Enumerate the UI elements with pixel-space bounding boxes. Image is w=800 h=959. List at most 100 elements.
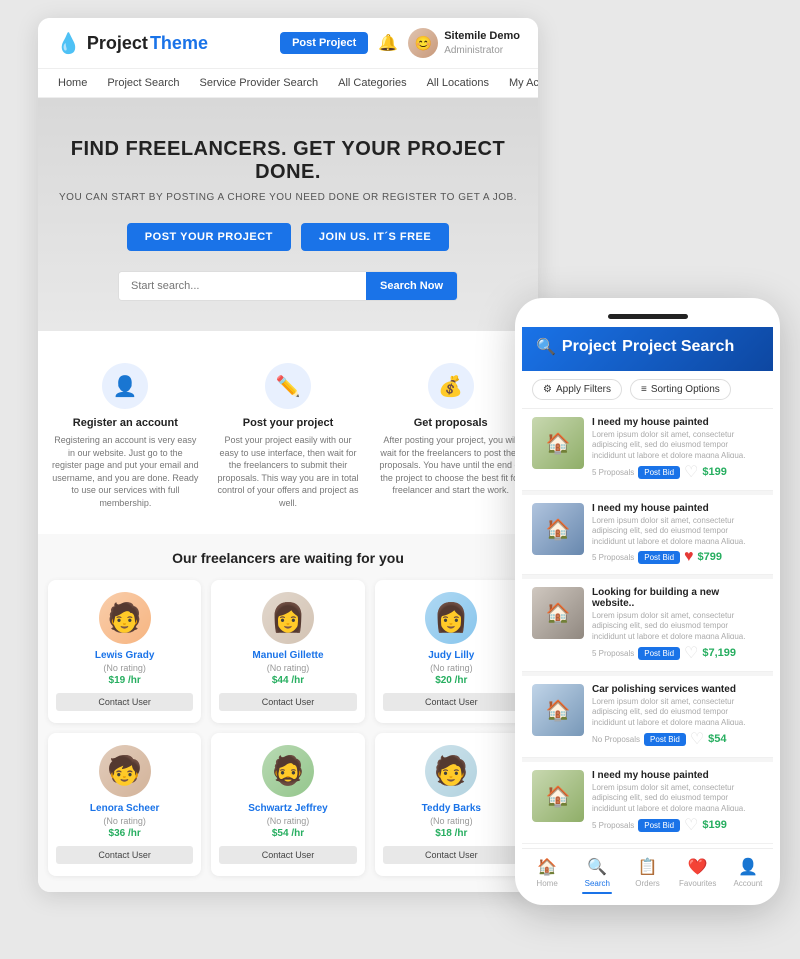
nav-link-home[interactable]: Home xyxy=(48,69,97,97)
logo-theme-text: Theme xyxy=(150,33,208,54)
nav-link-service-provider-search[interactable]: Service Provider Search xyxy=(190,69,329,97)
freelancer-avatar: 👩 xyxy=(425,592,477,644)
nav-link-all-categories[interactable]: All Categories xyxy=(328,69,416,97)
contact-user-button[interactable]: Contact User xyxy=(383,846,520,864)
nav-link-all-locations[interactable]: All Locations xyxy=(417,69,499,97)
bottom-nav-item-orders[interactable]: 📋 Orders xyxy=(622,857,672,894)
step-title: Get proposals xyxy=(377,417,524,429)
logo: 💧 Project Theme xyxy=(56,31,208,56)
mobile-title-search: Project Search xyxy=(622,338,734,356)
proposals-count: 5 Proposals xyxy=(592,553,634,562)
join-free-hero-button[interactable]: JOIN US. IT´S FREE xyxy=(301,223,449,251)
post-project-hero-button[interactable]: POST YOUR PROJECT xyxy=(127,223,291,251)
contact-user-button[interactable]: Contact User xyxy=(56,693,193,711)
mobile-bottom-nav: 🏠 Home 🔍 Search 📋 Orders ❤️ Favourites 👤… xyxy=(522,848,773,898)
freelancer-name: Schwartz Jeffrey xyxy=(219,803,356,814)
freelancer-avatar: 🧒 xyxy=(99,745,151,797)
post-bid-button[interactable]: Post Bid xyxy=(638,819,680,832)
freelancer-rating: (No rating) xyxy=(56,663,193,673)
project-item[interactable]: 🏠 I need my house painted Lorem ipsum do… xyxy=(522,495,773,575)
website-card: 💧 Project Theme Post Project 🔔 😊 Sitemil… xyxy=(38,18,538,892)
freelancer-card: 🧑 Lewis Grady (No rating) $19 /hr Contac… xyxy=(48,580,201,723)
project-price: $7,199 xyxy=(702,647,736,659)
freelancers-section: Our freelancers are waiting for you 🧑 Le… xyxy=(38,534,538,892)
bottom-nav-item-account[interactable]: 👤 Account xyxy=(723,857,773,894)
contact-user-button[interactable]: Contact User xyxy=(219,846,356,864)
project-info: Looking for building a new website.. Lor… xyxy=(592,587,763,663)
search-input[interactable] xyxy=(119,272,366,300)
contact-user-button[interactable]: Contact User xyxy=(383,693,520,711)
filter-icon: ⚙ xyxy=(543,384,552,395)
post-project-button[interactable]: Post Project xyxy=(280,32,368,54)
freelancer-name: Teddy Barks xyxy=(383,803,520,814)
mobile-title-project: Project xyxy=(562,338,616,356)
sorting-options-button[interactable]: ≡ Sorting Options xyxy=(630,379,731,400)
nav-bar: 💧 Project Theme Post Project 🔔 😊 Sitemil… xyxy=(38,18,538,69)
favorite-icon[interactable]: ♡ xyxy=(684,815,698,835)
contact-user-button[interactable]: Contact User xyxy=(56,846,193,864)
project-desc: Lorem ipsum dolor sit amet, consectetur … xyxy=(592,516,763,544)
favorite-icon[interactable]: ♡ xyxy=(684,462,698,482)
project-info: I need my house painted Lorem ipsum dolo… xyxy=(592,770,763,835)
project-item[interactable]: 🏠 Car polishing services wanted Lorem ip… xyxy=(522,676,773,758)
mobile-header-title: 🔍 Project Project Search xyxy=(536,337,759,357)
step-desc: Post your project easily with our easy t… xyxy=(215,434,362,510)
user-name: Sitemile Demo xyxy=(444,29,520,43)
bottom-nav-label: Orders xyxy=(635,879,659,888)
step-desc: After posting your project, you will wai… xyxy=(377,434,524,497)
bottom-nav-label: Home xyxy=(536,879,557,888)
search-now-button[interactable]: Search Now xyxy=(366,272,457,300)
nav-link-my-account[interactable]: My Account xyxy=(499,69,538,97)
freelancer-name: Lenora Scheer xyxy=(56,803,193,814)
post-bid-button[interactable]: Post Bid xyxy=(638,551,680,564)
project-info: I need my house painted Lorem ipsum dolo… xyxy=(592,417,763,482)
post-bid-button[interactable]: Post Bid xyxy=(638,647,680,660)
post-bid-button[interactable]: Post Bid xyxy=(638,466,680,479)
bottom-nav-icon: 👤 xyxy=(738,857,758,877)
bell-icon[interactable]: 🔔 xyxy=(378,33,398,53)
bottom-nav-label: Account xyxy=(733,879,762,888)
post-bid-button[interactable]: Post Bid xyxy=(644,733,686,746)
freelancer-card: 🧒 Lenora Scheer (No rating) $36 /hr Cont… xyxy=(48,733,201,876)
proposals-count: 5 Proposals xyxy=(592,821,634,830)
project-title: Car polishing services wanted xyxy=(592,684,763,695)
project-item[interactable]: 🏠 Looking for building a new website.. L… xyxy=(522,579,773,672)
step-icon: ✏️ xyxy=(265,363,311,409)
project-info: I need my house painted Lorem ipsum dolo… xyxy=(592,503,763,566)
project-item[interactable]: 🏠 I need my house painted Lorem ipsum do… xyxy=(522,762,773,844)
project-title: I need my house painted xyxy=(592,503,763,514)
project-info: Car polishing services wanted Lorem ipsu… xyxy=(592,684,763,749)
step-icon: 💰 xyxy=(428,363,474,409)
bottom-nav-item-home[interactable]: 🏠 Home xyxy=(522,857,572,894)
nav-link-project-search[interactable]: Project Search xyxy=(97,69,189,97)
favorite-icon[interactable]: ♡ xyxy=(690,729,704,749)
favorite-icon[interactable]: ♡ xyxy=(684,643,698,663)
favorite-icon[interactable]: ♥ xyxy=(684,548,694,566)
how-it-works-section: 👤 Register an account Registering an acc… xyxy=(38,331,538,534)
freelancer-name: Judy Lilly xyxy=(383,650,520,661)
mobile-app-header: 🔍 Project Project Search xyxy=(522,327,773,371)
step-title: Post your project xyxy=(215,417,362,429)
search-bar: Search Now xyxy=(118,271,458,301)
freelancer-rate: $54 /hr xyxy=(219,828,356,839)
freelancer-avatar: 🧔 xyxy=(262,745,314,797)
project-footer: 5 Proposals Post Bid ♥ $799 xyxy=(592,548,763,566)
user-role: Administrator xyxy=(444,44,520,57)
step-item: ✏️ Post your project Post your project e… xyxy=(211,355,366,518)
bottom-nav-item-favourites[interactable]: ❤️ Favourites xyxy=(673,857,723,894)
hero-subheadline: YOU CAN START BY POSTING A CHORE YOU NEE… xyxy=(58,192,518,203)
bottom-nav-item-search[interactable]: 🔍 Search xyxy=(572,857,622,894)
freelancer-rating: (No rating) xyxy=(219,816,356,826)
freelancers-title: Our freelancers are waiting for you xyxy=(48,550,528,566)
hero-buttons: POST YOUR PROJECT JOIN US. IT´S FREE xyxy=(58,223,518,251)
project-price: $799 xyxy=(698,551,722,563)
bottom-nav-icon: ❤️ xyxy=(688,857,708,877)
freelancer-rate: $44 /hr xyxy=(219,675,356,686)
contact-user-button[interactable]: Contact User xyxy=(219,693,356,711)
apply-filters-button[interactable]: ⚙ Apply Filters xyxy=(532,379,622,400)
user-avatar-wrap[interactable]: 😊 Sitemile Demo Administrator xyxy=(408,28,520,58)
project-footer: 5 Proposals Post Bid ♡ $7,199 xyxy=(592,643,763,663)
notch-bar xyxy=(608,314,688,319)
project-item[interactable]: 🏠 I need my house painted Lorem ipsum do… xyxy=(522,409,773,491)
freelancer-avatar: 👩 xyxy=(262,592,314,644)
